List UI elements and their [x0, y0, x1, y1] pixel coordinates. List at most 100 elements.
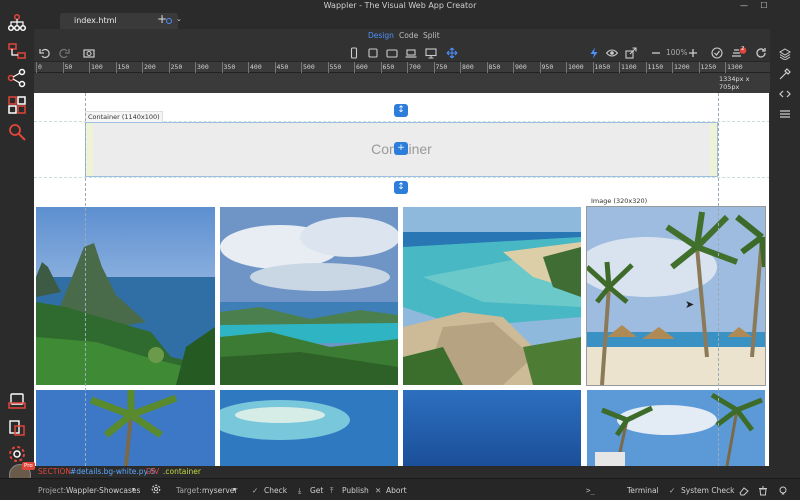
breadcrumb-section-selector[interactable]: #details.bg-white.py-5: [70, 466, 155, 478]
gallery-image-palm-sky[interactable]: [36, 390, 215, 466]
guide-line: [718, 93, 719, 466]
tools-icon[interactable]: [779, 68, 791, 80]
ruler-label: 400: [250, 63, 262, 71]
gallery-image-deep-blue-sea[interactable]: [403, 390, 581, 466]
project-selector[interactable]: Wappler-Showcases: [66, 486, 140, 495]
add-after-icon[interactable]: ↕: [394, 181, 408, 194]
server-connect-icon[interactable]: [7, 41, 27, 61]
mouse-cursor-icon: ➤: [685, 298, 695, 311]
breadcrumb-div-selector[interactable]: .container: [163, 466, 201, 478]
download-icon: ⤓: [298, 486, 302, 495]
ruler-tick: [407, 62, 408, 73]
preview-eye-icon[interactable]: [606, 47, 618, 59]
laptop-view-icon[interactable]: [405, 47, 417, 59]
terminal-button[interactable]: Terminal: [627, 486, 659, 495]
project-chevron-down-icon[interactable]: ▾: [132, 486, 135, 493]
screenshot-camera-icon[interactable]: [83, 47, 95, 59]
validate-check-circle-icon[interactable]: [711, 47, 723, 59]
project-settings-gear-icon[interactable]: [151, 484, 161, 494]
horizontal-ruler: 0 50 100 150 200 250 300 350 400 450 500 550 600 650 7…: [34, 62, 770, 73]
tablet-view-icon[interactable]: [367, 47, 379, 59]
ruler-tick: [433, 62, 435, 73]
title-bar: Wappler - The Visual Web App Creator: [0, 0, 800, 12]
breadcrumb-div-tag[interactable]: DIV: [146, 466, 159, 478]
resource-manager-icon[interactable]: [7, 418, 27, 438]
ruler-label: 1050: [594, 63, 611, 71]
components-grid-icon[interactable]: [7, 95, 27, 115]
add-inside-plus-icon[interactable]: +: [394, 142, 408, 155]
left-sidebar: [0, 0, 34, 478]
view-mode-bar: Design Code Split: [34, 29, 770, 44]
zoom-out-minus-icon[interactable]: [650, 47, 662, 59]
gallery-image-palm-beach[interactable]: [586, 206, 766, 386]
tab-bar: index.html + ⌄: [34, 12, 770, 29]
code-brackets-icon[interactable]: [779, 88, 791, 100]
layers-icon[interactable]: [779, 48, 791, 60]
notifications-icon[interactable]: [731, 47, 747, 59]
ruler-tick: [619, 62, 620, 73]
tab-list-chevron-down-icon[interactable]: ⌄: [176, 15, 182, 23]
refresh-icon[interactable]: [755, 47, 767, 59]
gallery-image-lagoon-hills[interactable]: [220, 207, 398, 385]
minimize-button[interactable]: —: [736, 0, 752, 12]
database-icon[interactable]: [7, 391, 27, 411]
split-mode-button[interactable]: Split: [423, 31, 440, 40]
ruler-label: 700: [409, 63, 421, 71]
code-mode-button[interactable]: Code: [399, 31, 418, 40]
ruler-tick: [486, 62, 488, 73]
fit-view-arrows-icon[interactable]: [446, 47, 458, 59]
menu-lines-icon[interactable]: [779, 108, 791, 120]
new-tab-plus-icon[interactable]: +: [157, 12, 167, 26]
project-label: Project:: [38, 486, 67, 495]
ruler-tick: [698, 62, 700, 73]
undo-icon[interactable]: [39, 47, 51, 59]
live-reload-lightning-icon[interactable]: [588, 47, 600, 59]
ruler-tick: [274, 62, 276, 73]
right-sidebar: [770, 0, 800, 478]
app-structure-icon[interactable]: [7, 13, 27, 33]
abort-button[interactable]: Abort: [386, 486, 407, 495]
ruler-tick: [566, 62, 567, 73]
ruler-label: 1200: [674, 63, 690, 71]
ruler-label: 900: [515, 63, 527, 71]
gallery-image-beach-cliff[interactable]: [403, 207, 581, 385]
gallery-image-pitons[interactable]: [36, 207, 215, 385]
design-mode-button[interactable]: Design: [368, 31, 394, 40]
gallery-image-aerial-sea[interactable]: [220, 390, 398, 466]
ruler-label: 750: [435, 63, 448, 71]
target-chevron-down-icon[interactable]: ▾: [233, 486, 236, 493]
upload-icon: ⤒: [330, 486, 334, 495]
redo-icon[interactable]: [58, 47, 70, 59]
check-button[interactable]: Check: [264, 486, 287, 495]
add-before-icon[interactable]: ↕: [394, 104, 408, 117]
mobile-view-icon[interactable]: [348, 47, 360, 59]
breadcrumb-section-tag[interactable]: SECTION: [38, 466, 71, 478]
ruler-tick: [36, 62, 37, 73]
ruler-label: 250: [170, 63, 183, 71]
ruler-label: 850: [488, 63, 501, 71]
gallery-image-palm-house[interactable]: [587, 390, 765, 466]
settings-gear-icon[interactable]: [7, 444, 27, 464]
eraser-icon[interactable]: [739, 486, 749, 496]
trash-icon[interactable]: [758, 486, 768, 496]
ruler-label: 1000: [568, 63, 584, 71]
ruler-tick: [513, 62, 514, 73]
desktop-view-icon[interactable]: [425, 47, 437, 59]
help-lightbulb-icon[interactable]: [778, 486, 788, 496]
share-nodes-icon[interactable]: [7, 68, 27, 88]
design-canvas[interactable]: ↕ Container (1140x100) Container + ↕ Ima…: [34, 93, 770, 466]
open-in-browser-share-icon[interactable]: [625, 47, 637, 59]
system-check-button[interactable]: System Check: [681, 486, 734, 495]
tablet-landscape-icon[interactable]: [386, 47, 398, 59]
ruler-label: 800: [462, 63, 474, 71]
get-button[interactable]: Get: [310, 486, 323, 495]
design-toolbar: 100% 2: [34, 44, 770, 62]
canvas-top-strip: 1334px x 705px: [34, 73, 770, 93]
viewport-size-readout: 1334px x 705px: [719, 75, 750, 91]
publish-button[interactable]: Publish: [342, 486, 369, 495]
zoom-in-plus-icon[interactable]: [687, 47, 699, 59]
search-icon[interactable]: [7, 122, 27, 142]
ruler-tick: [725, 62, 726, 73]
ruler-tick: [115, 62, 117, 73]
ruler-label: 500: [303, 63, 315, 71]
